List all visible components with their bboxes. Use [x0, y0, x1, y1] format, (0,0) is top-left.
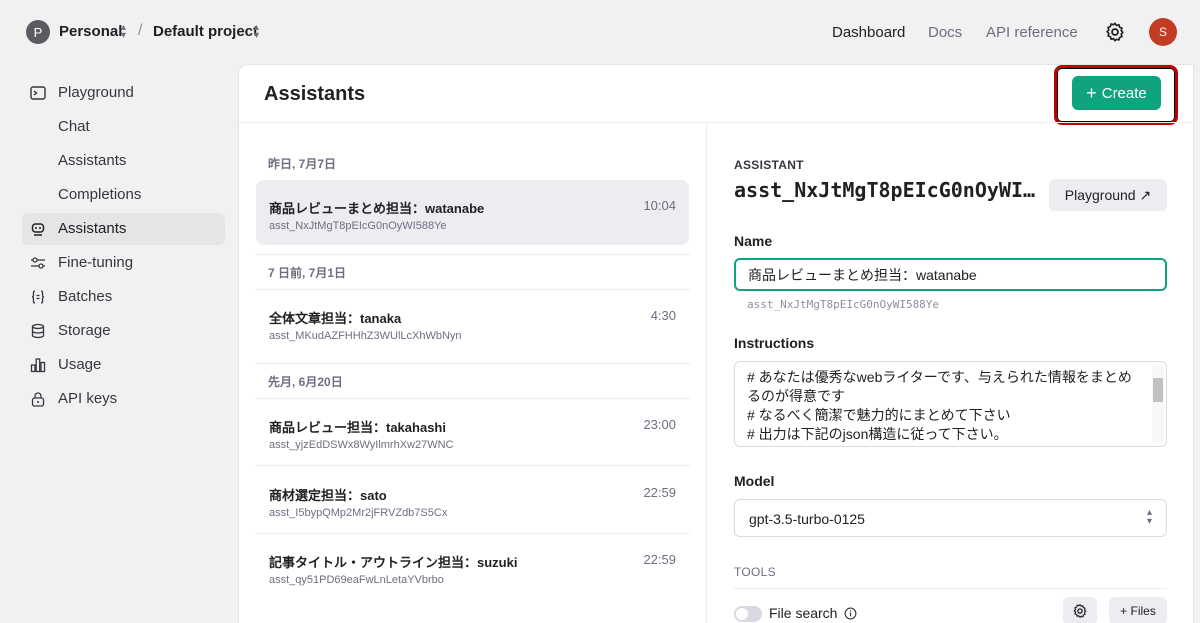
assistant-time: 4:30 — [650, 308, 676, 323]
sidebar-item-label: Assistants — [58, 220, 127, 237]
sidebar-item-storage[interactable]: Storage — [22, 315, 225, 347]
list-item[interactable]: 商品レビューまとめ担当：watanabe 10:04 asst_NxJtMgT8… — [256, 180, 689, 245]
divider — [255, 363, 690, 364]
sliders-icon — [31, 257, 45, 269]
assistant-time: 23:00 — [643, 417, 676, 432]
robot-icon — [31, 223, 45, 236]
plus-icon: + — [1086, 82, 1097, 103]
group-header: 7 日前, 7月1日 — [268, 266, 347, 280]
assistant-id: asst_qy51PD69eaFwLnLetaYVbrbo — [269, 574, 444, 586]
assistant-time: 10:04 — [643, 198, 676, 213]
name-label: Name — [734, 233, 773, 249]
sidebar-item-playground[interactable]: Playground — [22, 77, 225, 109]
list-item[interactable]: 全体文章担当：tanaka 4:30 asst_MKudAZFHHhZ3WUlL… — [256, 290, 689, 355]
assistant-name: 全体文章担当：tanaka — [269, 311, 402, 326]
page-title: Assistants — [264, 83, 366, 105]
file-search-settings-button[interactable] — [1063, 597, 1097, 623]
list-item[interactable]: 商品レビュー担当：takahashi 23:00 asst_yjzEdDSWx8… — [256, 399, 689, 464]
assistant-list: 昨日, 7月7日 商品レビューまとめ担当：watanabe 10:04 asst… — [239, 123, 706, 623]
assistant-time: 22:59 — [643, 552, 676, 567]
sidebar-item-batches[interactable]: Batches — [22, 281, 225, 313]
create-button-label: Create — [1101, 84, 1147, 102]
bar-chart-icon — [30, 358, 46, 373]
sidebar-item-label: Completions — [58, 186, 142, 203]
sidebar-item-chat[interactable]: Chat — [22, 111, 225, 143]
divider — [255, 254, 690, 255]
sidebar-item-api-keys[interactable]: API keys — [22, 383, 225, 415]
model-value: gpt-3.5-turbo-0125 — [749, 511, 865, 527]
sidebar-item-label: Chat — [58, 118, 90, 135]
sidebar: Playground Chat Assistants Completions A… — [10, 64, 238, 623]
tools-label: TOOLS — [734, 565, 776, 579]
nav-docs[interactable]: Docs — [928, 24, 962, 41]
braces-icon — [31, 290, 45, 304]
group-header: 先月, 6月20日 — [268, 375, 343, 389]
sidebar-item-label: Fine-tuning — [58, 254, 134, 271]
nav-api-reference[interactable]: API reference — [986, 24, 1078, 41]
name-field[interactable] — [734, 258, 1167, 291]
assistant-name: 商品レビュー担当：takahashi — [269, 420, 446, 435]
assistant-name: 商材選定担当：sato — [269, 488, 387, 503]
assistant-name: 記事タイトル・アウトライン担当：suzuki — [269, 555, 518, 570]
sidebar-item-label: Batches — [58, 288, 113, 305]
assistant-name: 商品レビューまとめ担当：watanabe — [269, 201, 485, 216]
top-bar: P Personal ▴ ▾ / Default project ▴ ▾ Dashb… — [0, 0, 1200, 64]
sidebar-item-assistants[interactable]: Assistants — [22, 213, 225, 245]
breadcrumb-separator: / — [138, 22, 143, 39]
sidebar-item-label: Usage — [58, 356, 102, 373]
assistant-detail: ASSISTANT asst_NxJtMgT8pEIcG0nOyWI588Ye … — [707, 123, 1195, 623]
chevron-updown-icon: ▴ ▾ — [1146, 507, 1152, 527]
terminal-icon — [30, 86, 46, 100]
divider — [734, 588, 1167, 589]
toggle-knob — [736, 608, 748, 620]
scrollbar-thumb[interactable] — [1153, 378, 1163, 402]
sidebar-item-label: Storage — [58, 322, 111, 339]
sidebar-item-playground-assistants[interactable]: Assistants — [22, 145, 225, 177]
org-avatar[interactable]: P — [26, 20, 50, 44]
info-icon[interactable] — [844, 607, 857, 620]
instructions-field[interactable]: # あなたは優秀なwebライターです、与えられた情報をまとめるのが得意です # … — [734, 361, 1167, 447]
assistant-id: asst_MKudAZFHHhZ3WUlLcXhWbNyn — [269, 330, 462, 342]
database-icon — [31, 323, 45, 339]
sidebar-item-fine-tuning[interactable]: Fine-tuning — [22, 247, 225, 279]
lock-icon — [31, 392, 45, 407]
project-name[interactable]: Default project — [153, 23, 258, 40]
model-select[interactable]: gpt-3.5-turbo-0125 ▴ ▾ — [734, 499, 1167, 537]
assistant-id: asst_yjzEdDSWx8WyIlmrhXw27WNC — [269, 439, 454, 451]
add-files-button[interactable]: + Files — [1109, 597, 1167, 623]
list-item[interactable]: 記事タイトル・アウトライン担当：suzuki 22:59 asst_qy51PD… — [256, 534, 689, 599]
chevron-updown-icon[interactable]: ▴ ▾ — [254, 23, 264, 41]
sidebar-item-label: Playground — [58, 84, 134, 101]
sidebar-item-label: API keys — [58, 390, 118, 407]
open-playground-button[interactable]: Playground ↗ — [1049, 179, 1167, 211]
assistant-id: asst_NxJtMgT8pEIcG0nOyWI588Ye — [269, 220, 447, 232]
assistant-time: 22:59 — [643, 485, 676, 500]
assistant-id-sub: asst_NxJtMgT8pEIcG0nOyWI588Ye — [747, 298, 940, 311]
file-search-toggle[interactable] — [734, 606, 762, 622]
file-search-label: File search — [769, 605, 838, 621]
gear-icon — [1073, 604, 1087, 618]
instructions-text: # あなたは優秀なwebライターです、与えられた情報をまとめるのが得意です # … — [747, 369, 1132, 446]
create-button[interactable]: + Create — [1072, 76, 1161, 110]
main-panel: Assistants + Create 昨日, 7月7日 商品レビューまとめ担当… — [238, 64, 1195, 623]
org-name[interactable]: Personal — [59, 23, 122, 40]
sidebar-item-usage[interactable]: Usage — [22, 349, 225, 381]
chevron-updown-icon[interactable]: ▴ ▾ — [121, 23, 131, 41]
nav-dashboard[interactable]: Dashboard — [832, 24, 905, 41]
sidebar-item-label: Assistants — [58, 152, 127, 169]
group-header: 昨日, 7月7日 — [268, 157, 337, 171]
assistant-id-heading: asst_NxJtMgT8pEIcG0nOyWI588Ye — [734, 178, 1037, 202]
divider — [255, 465, 690, 466]
user-avatar[interactable]: S — [1149, 18, 1177, 46]
assistant-id: asst_I5bypQMp2Mr2jFRVZdb7S5Cx — [269, 507, 448, 519]
sidebar-item-completions[interactable]: Completions — [22, 179, 225, 211]
instructions-label: Instructions — [734, 335, 815, 351]
list-item[interactable]: 商材選定担当：sato 22:59 asst_I5bypQMp2Mr2jFRVZ… — [256, 467, 689, 532]
section-label: ASSISTANT — [734, 158, 804, 172]
model-label: Model — [734, 473, 775, 489]
settings-gear-icon[interactable] — [1104, 21, 1126, 43]
